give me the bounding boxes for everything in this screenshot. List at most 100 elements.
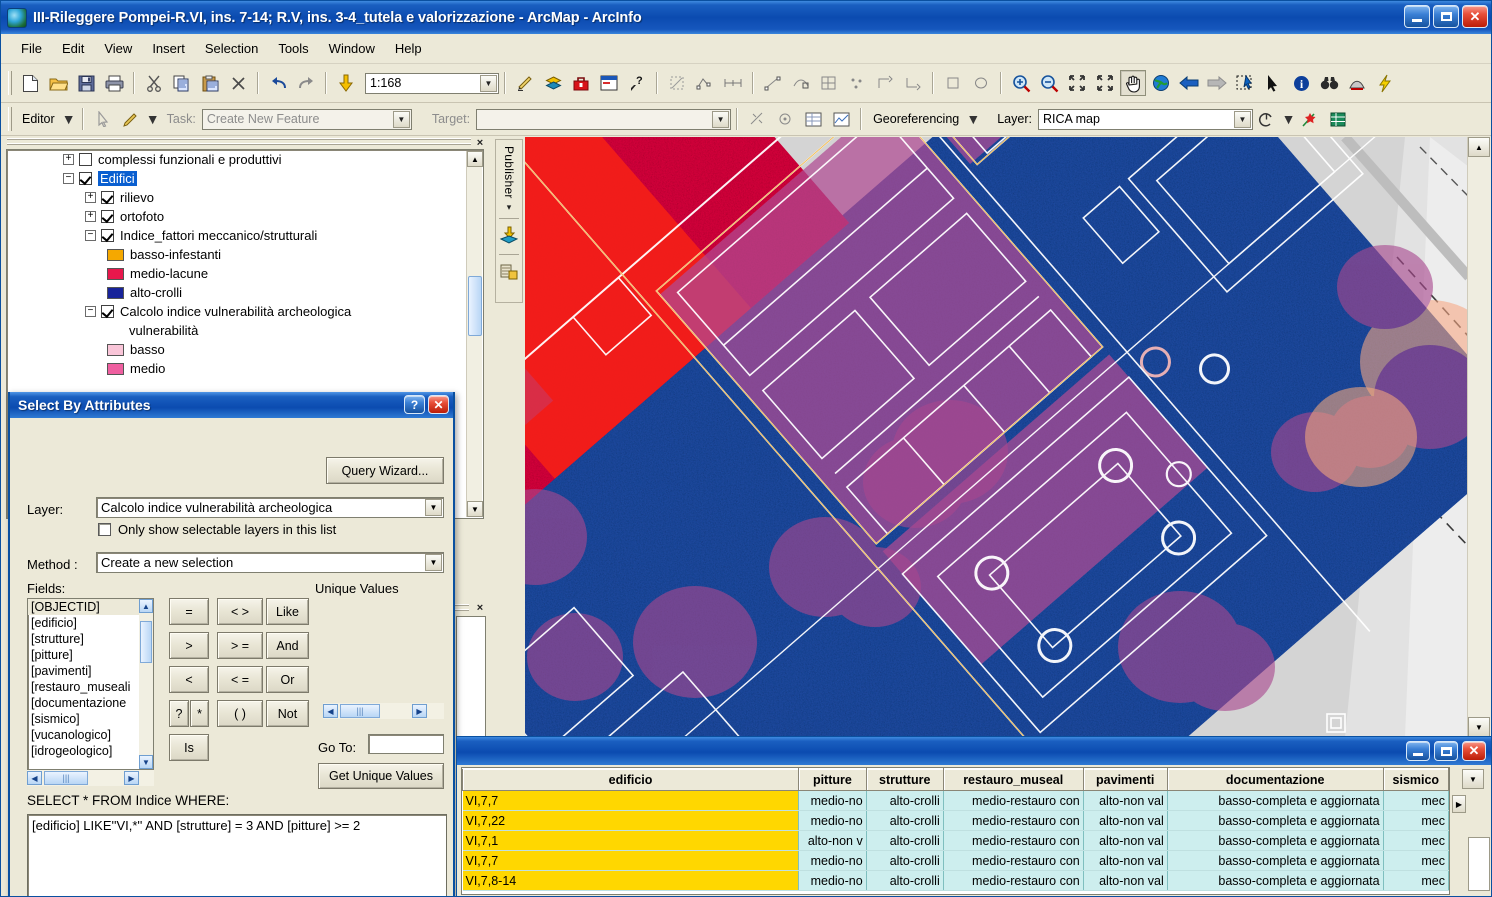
fields-scroll-thumb[interactable] <box>140 621 152 663</box>
attribute-table-close-button[interactable]: ✕ <box>1462 741 1486 761</box>
chevron-down-icon[interactable]: ▼ <box>425 554 442 571</box>
undo-icon[interactable] <box>265 70 291 96</box>
operator-equals-button[interactable]: = <box>169 598 209 625</box>
field-list-item[interactable]: [vucanologico] <box>28 727 153 743</box>
map-view[interactable] <box>525 137 1469 737</box>
unique-values-horizontal-scrollbar[interactable]: ◀ ||| ▶ <box>323 703 444 719</box>
target-combo[interactable]: ▼ <box>476 108 732 130</box>
menu-item-file[interactable]: File <box>11 38 52 59</box>
collapse-icon[interactable]: − <box>85 230 96 241</box>
back-extent-icon[interactable] <box>1176 70 1202 96</box>
split-icon[interactable] <box>872 70 898 96</box>
toc-item[interactable]: − Indice_fattori meccanico/strutturali <box>7 226 483 245</box>
table-row[interactable]: VI,7,7 medio-no alto-crolli medio-restauro … <box>462 850 1449 871</box>
sketch-pencil-icon[interactable] <box>118 106 144 132</box>
toc-scroll-up-button[interactable]: ▲ <box>467 151 483 167</box>
toc-item[interactable]: − Edifici <box>7 169 483 188</box>
fields-hscroll-left-button[interactable]: ◀ <box>27 771 42 785</box>
toc-item[interactable]: medio-lacune <box>7 264 483 283</box>
zoom-in-icon[interactable] <box>1008 70 1034 96</box>
fields-scroll-up-button[interactable]: ▲ <box>139 599 153 613</box>
open-folder-icon[interactable] <box>45 70 71 96</box>
query-wizard-button[interactable]: Query Wizard... <box>326 457 444 484</box>
layer-visibility-checkbox[interactable] <box>79 153 92 166</box>
map-layers-icon[interactable] <box>540 70 566 96</box>
sketch-tool-icon[interactable] <box>760 70 786 96</box>
new-document-icon[interactable] <box>17 70 43 96</box>
table-row[interactable]: VI,7,8-14 medio-no alto-crolli medio-restau… <box>462 870 1449 891</box>
operator-less-button[interactable]: < <box>169 666 209 693</box>
column-header[interactable]: pavimenti <box>1082 768 1168 791</box>
toc-item[interactable]: + ortofoto <box>7 207 483 226</box>
operator-like-button[interactable]: Like <box>266 598 309 625</box>
rotate-georef-icon[interactable] <box>1254 106 1280 132</box>
menu-item-tools[interactable]: Tools <box>268 38 318 59</box>
toc-secondary-close-button[interactable]: × <box>473 602 487 615</box>
field-list-item[interactable]: [sismico] <box>28 711 153 727</box>
find-route-icon[interactable] <box>1344 70 1370 96</box>
chevron-down-icon[interactable]: ▼ <box>712 110 730 128</box>
field-list-item[interactable]: [strutture] <box>28 631 153 647</box>
column-header[interactable]: pitture <box>798 768 867 791</box>
operator-greater-equal-button[interactable]: > = <box>217 632 263 659</box>
menu-item-insert[interactable]: Insert <box>142 38 195 59</box>
operator-question-button[interactable]: ? <box>169 700 189 727</box>
editor-menu-label[interactable]: Editor <box>16 112 61 126</box>
sql-expression-input[interactable]: [edificio] LIKE''VI,*'' AND [strutture] … <box>27 814 447 896</box>
collapse-icon[interactable]: − <box>63 173 74 184</box>
redo-icon[interactable] <box>293 70 319 96</box>
attribute-table-grid[interactable]: edificio pitture strutture restauro_museal p… <box>461 767 1450 895</box>
edit-vertex-icon[interactable] <box>692 70 718 96</box>
chevron-down-icon[interactable]: ▾ <box>507 202 512 213</box>
chevron-down-icon[interactable]: ▼ <box>480 74 497 92</box>
layer-visibility-checkbox[interactable] <box>101 229 114 242</box>
fields-hscroll-right-button[interactable]: ▶ <box>124 771 139 785</box>
forward-extent-icon[interactable] <box>1204 70 1230 96</box>
toc-item[interactable]: basso-infestanti <box>7 245 483 264</box>
operator-asterisk-button[interactable]: * <box>190 700 209 727</box>
zoom-out-icon[interactable] <box>1036 70 1062 96</box>
operator-and-button[interactable]: And <box>266 632 309 659</box>
map-scale-combo[interactable]: 1:168 ▼ <box>365 72 499 94</box>
get-unique-values-button[interactable]: Get Unique Values <box>318 763 444 789</box>
chevron-down-icon[interactable]: ▼ <box>62 106 76 132</box>
publisher-settings-icon[interactable] <box>499 262 519 282</box>
whats-this-help-icon[interactable]: ? <box>624 70 650 96</box>
menu-item-selection[interactable]: Selection <box>195 38 268 59</box>
circle-tool-icon[interactable] <box>968 70 994 96</box>
task-combo[interactable]: Create New Feature ▼ <box>201 108 412 130</box>
chevron-down-icon[interactable]: ▼ <box>1282 106 1296 132</box>
dialog-help-button[interactable]: ? <box>404 395 425 414</box>
toc-item[interactable]: + rilievo <box>7 188 483 207</box>
hyperlink-lightning-icon[interactable] <box>1372 70 1398 96</box>
field-list-item[interactable]: [idrogeologico] <box>28 743 153 759</box>
chevron-down-icon[interactable]: ▼ <box>1233 110 1251 128</box>
collapse-icon[interactable]: − <box>85 306 96 317</box>
toc-item[interactable]: alto-crolli <box>7 283 483 302</box>
intersect-icon[interactable] <box>816 70 842 96</box>
pan-hand-icon[interactable] <box>1120 70 1146 96</box>
merge-icon[interactable] <box>900 70 926 96</box>
view-link-table-icon[interactable] <box>1325 106 1351 132</box>
expand-icon[interactable]: + <box>85 192 96 203</box>
method-combo[interactable]: Create a new selection ▼ <box>96 552 444 573</box>
unique-values-hscroll-left-button[interactable]: ◀ <box>323 704 338 718</box>
map-scroll-down-button[interactable]: ▼ <box>1468 717 1490 737</box>
publish-map-icon[interactable] <box>499 226 519 246</box>
map-scroll-up-button[interactable]: ▲ <box>1468 137 1490 157</box>
field-list-item[interactable]: [edificio] <box>28 615 153 631</box>
toc-vertical-scrollbar[interactable]: ▲ ▼ <box>466 151 483 517</box>
table-row[interactable]: VI,7,7 medio-no alto-crolli medio-restauro … <box>462 790 1449 811</box>
sketch-tools-icon[interactable] <box>744 106 770 132</box>
fixed-zoom-in-icon[interactable] <box>1064 70 1090 96</box>
unique-values-hscroll-right-button[interactable]: ▶ <box>412 704 427 718</box>
column-header[interactable]: strutture <box>865 768 944 791</box>
column-header[interactable]: documentazione <box>1166 768 1384 791</box>
layer-visibility-checkbox[interactable] <box>101 191 114 204</box>
fields-hscroll-thumb[interactable]: ||| <box>44 771 88 785</box>
select-features-icon[interactable] <box>1232 70 1258 96</box>
column-header[interactable]: sismico <box>1382 768 1449 791</box>
operator-greater-button[interactable]: > <box>169 632 209 659</box>
print-icon[interactable] <box>101 70 127 96</box>
layer-visibility-checkbox[interactable] <box>79 172 92 185</box>
